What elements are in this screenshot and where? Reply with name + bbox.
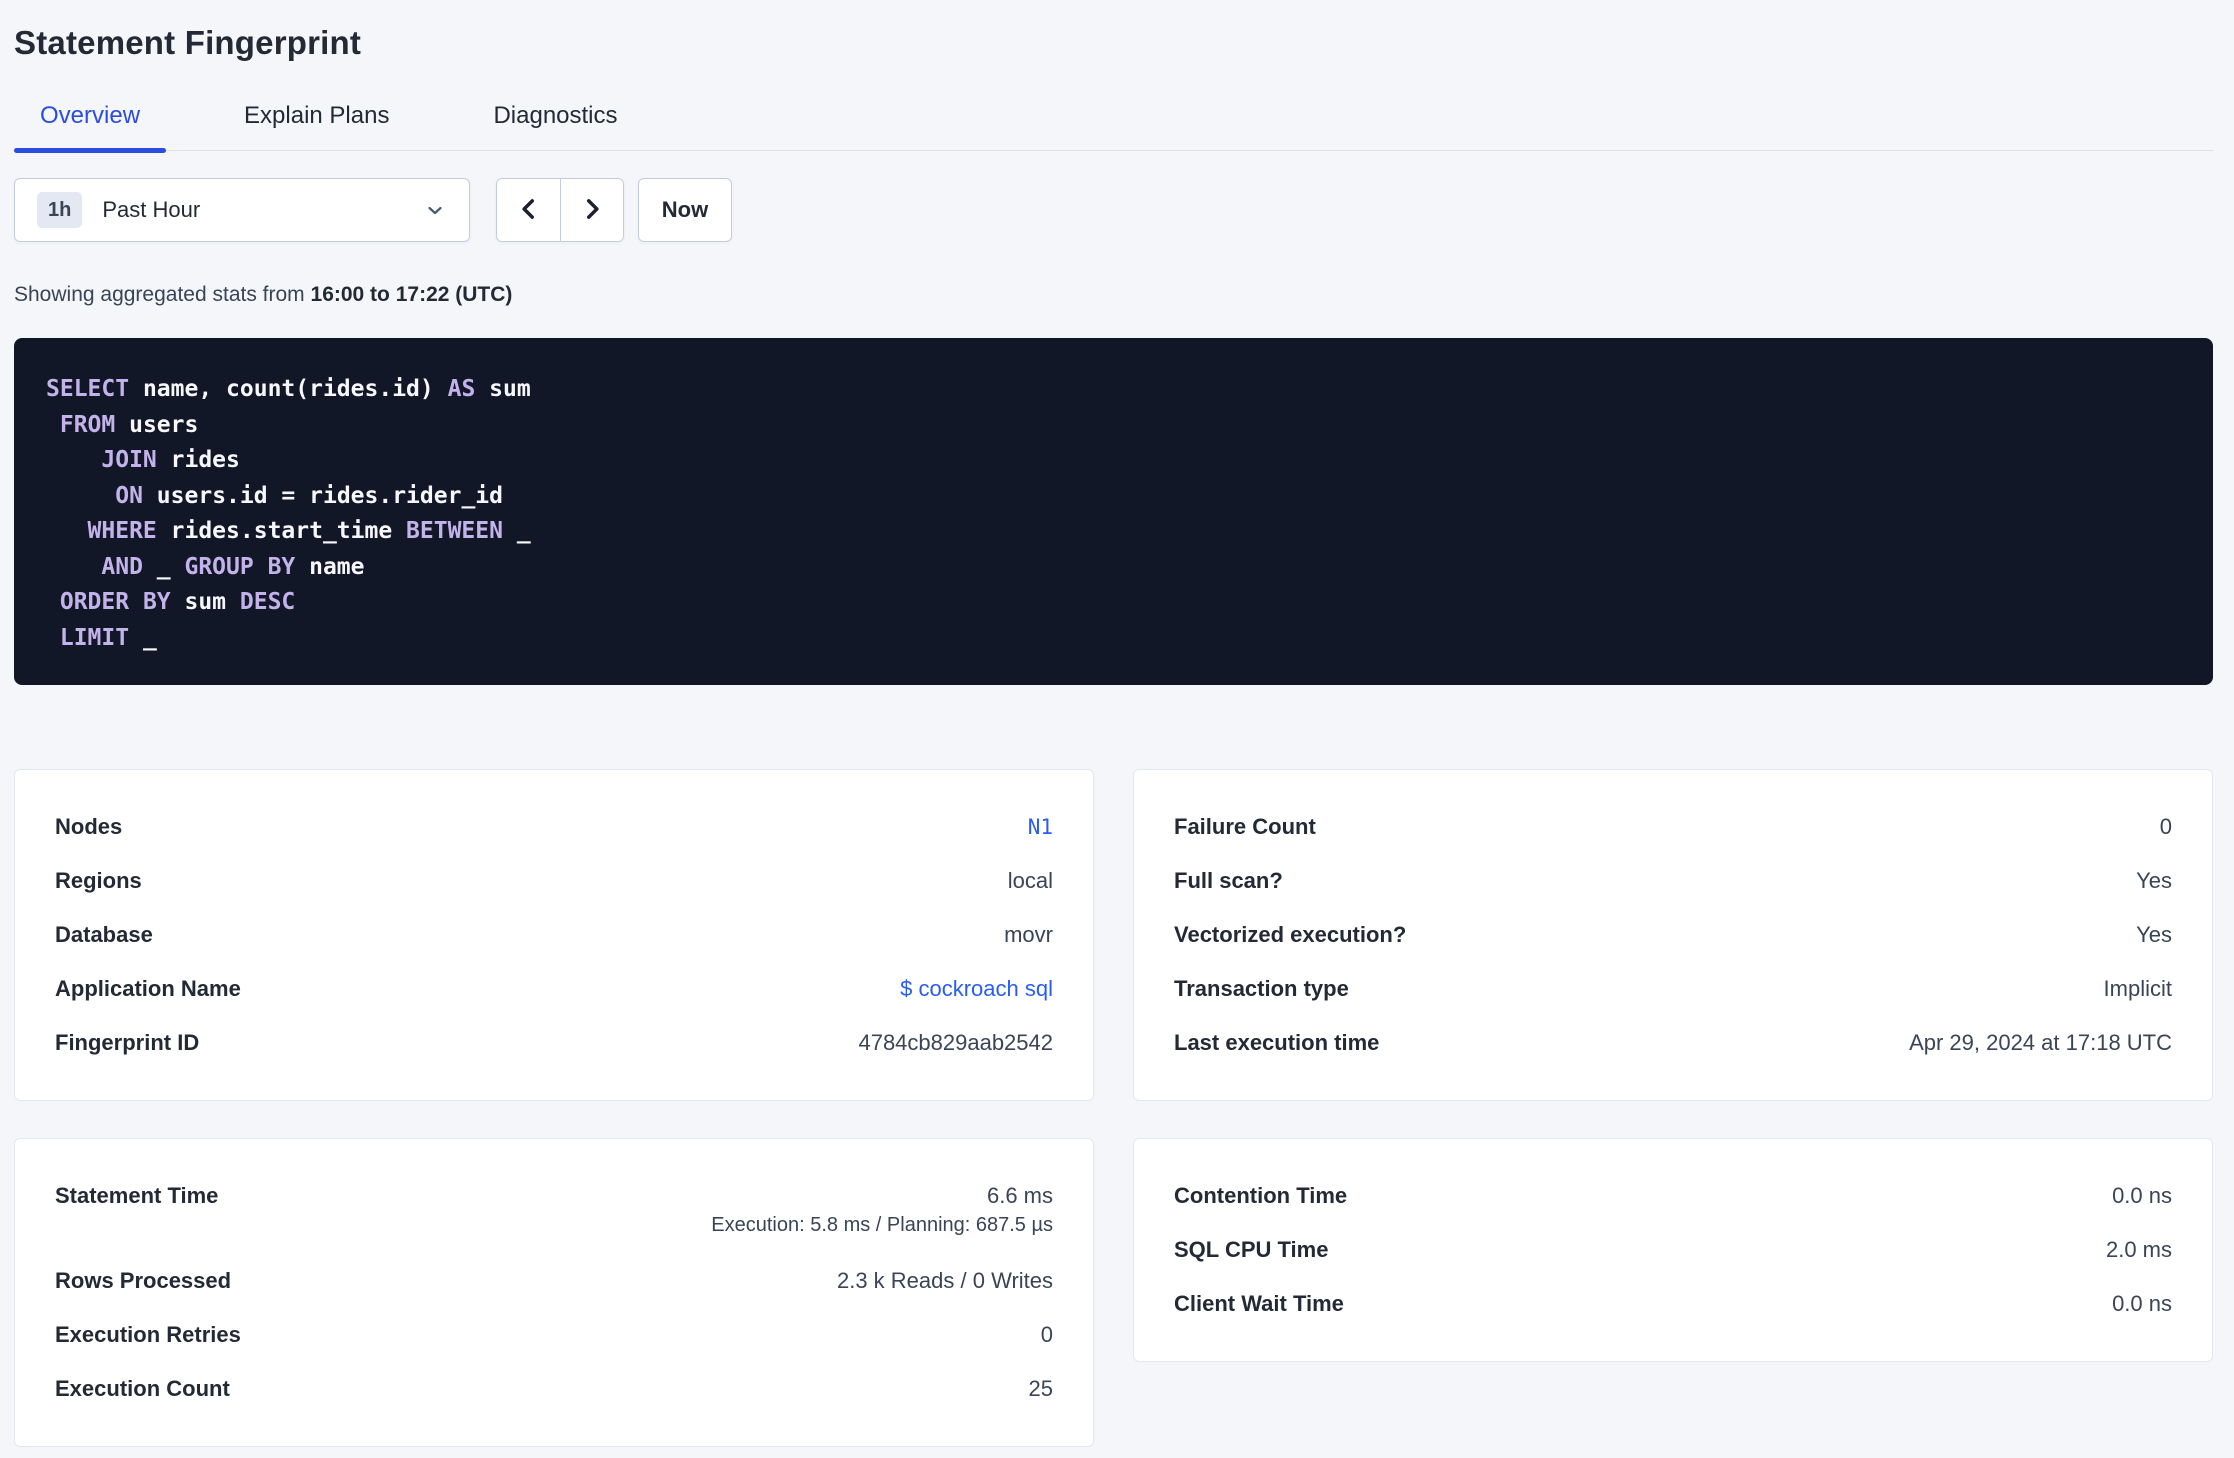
page-title: Statement Fingerprint [14,24,362,61]
full-scan-row: Full scan? Yes [1174,866,2172,896]
tab-explain-plans[interactable]: Explain Plans [218,102,415,150]
regions-value: local [1007,868,1053,893]
rows-processed-value: 2.3 k Reads / 0 Writes [836,1268,1053,1293]
fingerprint-id-label: Fingerprint ID [55,1030,200,1055]
database-value: movr [1004,922,1053,947]
now-button[interactable]: Now [638,178,732,242]
statement-time-row: Statement Time 6.6 ms Execution: 5.8 ms … [55,1181,1053,1242]
fingerprint-id-row: Fingerprint ID 4784cb829aab2542 [55,1028,1053,1058]
sql-cpu-time-label: SQL CPU Time [1174,1237,1329,1262]
vectorized-execution-value: Yes [2136,922,2172,947]
execution-attributes-card: Failure Count 0 Full scan? Yes Vectorize… [1133,769,2213,1101]
statement-time-value: 6.6 ms [986,1183,1053,1208]
timing-stats-card: Contention Time 0.0 ns SQL CPU Time 2.0 … [1133,1138,2213,1362]
time-nav-group [496,178,624,242]
application-name-label: Application Name [55,976,241,1001]
nodes-link[interactable]: N1 [1028,812,1053,842]
statement-time-breakdown: Execution: 5.8 ms / Planning: 687.5 µs [711,1214,1053,1236]
transaction-type-value: Implicit [2103,976,2172,1001]
contention-time-label: Contention Time [1174,1183,1348,1208]
client-wait-time-row: Client Wait Time 0.0 ns [1174,1289,2172,1319]
nodes-label: Nodes [55,814,123,839]
contention-time-row: Contention Time 0.0 ns [1174,1181,2172,1211]
last-execution-time-label: Last execution time [1174,1030,1380,1055]
statement-fingerprint-page: Statement Fingerprint Overview Explain P… [0,0,2234,1447]
statement-time-label: Statement Time [55,1183,219,1208]
tab-overview-label: Overview [40,102,141,129]
sql-cpu-time-value: 2.0 ms [2105,1237,2172,1262]
performance-cards-row: Statement Time 6.6 ms Execution: 5.8 ms … [14,1138,2213,1447]
chevron-down-icon [423,198,447,222]
client-wait-time-value: 0.0 ns [2112,1291,2172,1316]
rows-processed-row: Rows Processed 2.3 k Reads / 0 Writes [55,1266,1053,1296]
execution-count-value: 25 [1028,1376,1053,1401]
sql-cpu-time-row: SQL CPU Time 2.0 ms [1174,1235,2172,1265]
full-scan-label: Full scan? [1174,868,1283,893]
tab-overview[interactable]: Overview [14,102,167,153]
application-name-link[interactable]: $ cockroach sql [900,974,1053,1004]
execution-count-row: Execution Count 25 [55,1374,1053,1404]
nodes-row: Nodes N1 [55,812,1053,842]
fingerprint-id-value: 4784cb829aab2542 [858,1030,1053,1055]
execution-retries-row: Execution Retries 0 [55,1320,1053,1350]
vectorized-execution-label: Vectorized execution? [1174,922,1407,947]
database-row: Database movr [55,920,1053,950]
full-scan-value: Yes [2136,868,2172,893]
execution-count-label: Execution Count [55,1376,230,1401]
sql-statement-box: SELECT name, count(rides.id) AS sum FROM… [14,338,2213,685]
client-wait-time-label: Client Wait Time [1174,1291,1344,1316]
time-prev-button[interactable] [497,179,560,241]
tab-explain-plans-label: Explain Plans [244,102,390,129]
transaction-type-row: Transaction type Implicit [1174,974,2172,1004]
aggregated-stats-line: Showing aggregated stats from 16:00 to 1… [14,283,2213,307]
time-range-dropdown[interactable]: 1h Past Hour [14,178,470,242]
execution-retries-value: 0 [1040,1322,1053,1347]
time-next-button[interactable] [560,179,623,241]
execution-stats-card: Statement Time 6.6 ms Execution: 5.8 ms … [14,1138,1094,1447]
details-cards-row: Nodes N1 Regions local Database movr App… [14,769,2213,1101]
execution-retries-label: Execution Retries [55,1322,241,1347]
database-label: Database [55,922,153,947]
vectorized-execution-row: Vectorized execution? Yes [1174,920,2172,950]
tab-diagnostics[interactable]: Diagnostics [467,102,643,150]
failure-count-row: Failure Count 0 [1174,812,2172,842]
tab-diagnostics-label: Diagnostics [493,102,618,129]
time-range-label: Past Hour [102,197,201,222]
stats-line-prefix: Showing aggregated stats from [14,283,311,306]
failure-count-value: 0 [2159,814,2172,839]
time-toolbar: 1h Past Hour Now [14,178,2213,242]
stats-line-range: 16:00 to 17:22 (UTC) [310,283,513,306]
last-execution-time-row: Last execution time Apr 29, 2024 at 17:1… [1174,1028,2172,1058]
rows-processed-label: Rows Processed [55,1268,232,1293]
chevron-right-icon [579,196,605,225]
chevron-left-icon [516,196,542,225]
statement-details-card: Nodes N1 Regions local Database movr App… [14,769,1094,1101]
transaction-type-label: Transaction type [1174,976,1349,1001]
last-execution-time-value: Apr 29, 2024 at 17:18 UTC [1909,1030,2172,1055]
failure-count-label: Failure Count [1174,814,1316,839]
regions-row: Regions local [55,866,1053,896]
application-name-row: Application Name $ cockroach sql [55,974,1053,1004]
tab-bar: Overview Explain Plans Diagnostics [14,102,2213,153]
regions-label: Regions [55,868,142,893]
contention-time-value: 0.0 ns [2112,1183,2172,1208]
time-range-badge: 1h [37,192,83,228]
